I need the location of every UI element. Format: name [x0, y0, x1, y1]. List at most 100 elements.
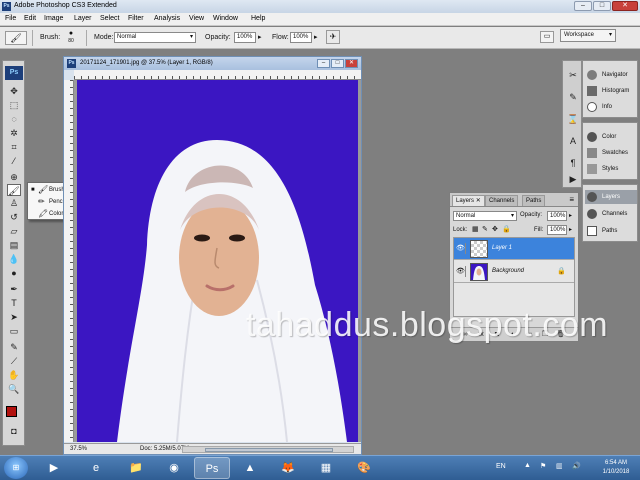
- dodge-tool-icon[interactable]: ●: [7, 267, 21, 279]
- close-button[interactable]: ✕: [612, 1, 638, 11]
- shape-tool-icon[interactable]: ▭: [7, 325, 21, 337]
- clone-stamp-tool-icon[interactable]: ♙: [7, 197, 21, 209]
- eye-icon[interactable]: 👁: [456, 266, 466, 277]
- doc-maximize-button[interactable]: □: [331, 59, 344, 68]
- panel-layers[interactable]: Layers: [585, 190, 637, 204]
- close-icon[interactable]: ✕: [476, 198, 481, 204]
- menu-select[interactable]: Select: [100, 15, 119, 22]
- panel-navigator[interactable]: Navigator: [585, 68, 637, 82]
- blend-mode-select[interactable]: Normal ▾: [453, 211, 517, 221]
- panel-histogram[interactable]: Histogram: [585, 84, 637, 98]
- doc-close-button[interactable]: ✕: [345, 59, 358, 68]
- lasso-tool-icon[interactable]: ◌: [7, 113, 21, 125]
- vertical-ruler[interactable]: [64, 80, 74, 442]
- notes-tool-icon[interactable]: ✎: [7, 341, 21, 353]
- flow-input[interactable]: 100%: [290, 32, 312, 43]
- menu-file[interactable]: File: [5, 15, 16, 22]
- magic-wand-tool-icon[interactable]: ✲: [7, 127, 21, 139]
- maximize-button[interactable]: □: [593, 1, 611, 11]
- ie-icon[interactable]: e: [78, 457, 114, 479]
- panel-color[interactable]: Color: [585, 130, 637, 144]
- fill-input[interactable]: 100%: [547, 225, 567, 235]
- panel-channels[interactable]: Channels: [585, 207, 637, 221]
- blur-tool-icon[interactable]: 💧: [7, 253, 21, 265]
- tool-preset-picker[interactable]: 🖌: [5, 31, 27, 45]
- opacity-input[interactable]: 100%: [234, 32, 256, 43]
- chevron-right-icon[interactable]: ▸: [258, 33, 262, 41]
- crop-tool-icon[interactable]: ⌗: [7, 141, 21, 153]
- panel-swatches[interactable]: Swatches: [585, 146, 637, 160]
- network-icon[interactable]: ▥: [556, 462, 563, 470]
- layer-name[interactable]: Background: [492, 268, 524, 274]
- photoshop-icon[interactable]: Ps: [194, 457, 230, 479]
- vlc-icon[interactable]: ▲: [232, 457, 268, 479]
- quick-mask-icon[interactable]: ◘: [7, 425, 21, 437]
- lock-all-icon[interactable]: 🔒: [502, 225, 511, 233]
- menu-layer[interactable]: Layer: [74, 15, 92, 22]
- path-selection-tool-icon[interactable]: ➤: [7, 311, 21, 323]
- menu-filter[interactable]: Filter: [128, 15, 144, 22]
- foreground-color-swatch[interactable]: [6, 406, 17, 417]
- healing-brush-tool-icon[interactable]: ⊕: [7, 171, 21, 183]
- chevron-right-icon[interactable]: ▸: [569, 212, 572, 219]
- pen-tool-icon[interactable]: ✒: [7, 283, 21, 295]
- media-player-icon[interactable]: ▶: [36, 457, 72, 479]
- palette-well-icon[interactable]: ▭: [540, 31, 554, 43]
- layer-row-layer-1[interactable]: 👁 Layer 1: [454, 238, 574, 260]
- tab-layers[interactable]: Layers ✕: [452, 195, 485, 206]
- menu-image[interactable]: Image: [44, 15, 63, 22]
- chrome-icon[interactable]: ◉: [156, 457, 192, 479]
- menu-analysis[interactable]: Analysis: [154, 15, 180, 22]
- start-button[interactable]: ⊞: [4, 457, 28, 479]
- menu-view[interactable]: View: [189, 15, 204, 22]
- eyedropper-tool-icon[interactable]: ⟋: [7, 355, 21, 367]
- slice-tool-icon[interactable]: ⁄: [7, 155, 21, 167]
- lock-image-icon[interactable]: ✎: [482, 225, 488, 233]
- paint-icon[interactable]: 🎨: [346, 457, 382, 479]
- brush-tool-icon[interactable]: 🖌: [7, 184, 21, 196]
- menu-help[interactable]: Help: [251, 15, 265, 22]
- history-brush-tool-icon[interactable]: ↺: [7, 211, 21, 223]
- hand-tool-icon[interactable]: ✋: [7, 369, 21, 381]
- doc-minimize-button[interactable]: –: [317, 59, 330, 68]
- firefox-icon[interactable]: 🦊: [270, 457, 306, 479]
- eye-icon[interactable]: 👁: [456, 243, 466, 254]
- menu-edit[interactable]: Edit: [24, 15, 36, 22]
- brush-picker[interactable]: ● 80: [64, 30, 78, 47]
- lock-position-icon[interactable]: ✥: [492, 225, 498, 233]
- tab-paths[interactable]: Paths: [522, 195, 546, 206]
- panel-info[interactable]: Info: [585, 100, 637, 114]
- airbrush-icon[interactable]: ✈: [326, 30, 340, 44]
- canvas-area[interactable]: [74, 80, 361, 442]
- photoshop-logo[interactable]: Ps: [5, 66, 23, 80]
- chevron-right-icon[interactable]: ▸: [314, 33, 318, 41]
- gradient-tool-icon[interactable]: ▤: [7, 239, 21, 251]
- tray-expand-icon[interactable]: ▲: [524, 462, 531, 469]
- brushes-icon[interactable]: ✎: [567, 91, 579, 103]
- chevron-right-icon[interactable]: ▸: [569, 226, 572, 233]
- system-clock[interactable]: 6:54 AM 1/10/2018: [596, 459, 636, 477]
- flag-icon[interactable]: ⚑: [540, 462, 546, 470]
- minimize-button[interactable]: –: [574, 1, 592, 11]
- layer-opacity-input[interactable]: 100%: [547, 211, 567, 221]
- language-indicator[interactable]: EN: [496, 463, 506, 470]
- zoom-level[interactable]: 37.5%: [70, 444, 87, 454]
- tools-preset-icon[interactable]: ✂: [567, 69, 579, 81]
- zoom-tool-icon[interactable]: 🔍: [7, 383, 21, 395]
- mode-select[interactable]: Normal ▾: [114, 32, 196, 43]
- workspace-menu[interactable]: Workspace ▾: [560, 29, 616, 42]
- layer-row-background[interactable]: 👁 Background 🔒: [454, 261, 574, 283]
- explorer-icon[interactable]: 📁: [118, 457, 154, 479]
- document-titlebar[interactable]: Ps 20171124_171901.jpg @ 37.5% (Layer 1,…: [64, 57, 361, 70]
- move-tool-icon[interactable]: ✥: [7, 85, 21, 97]
- scrollbar-thumb[interactable]: [205, 448, 333, 452]
- lock-transparent-icon[interactable]: ▦: [472, 225, 479, 233]
- volume-icon[interactable]: 🔊: [572, 462, 581, 470]
- eraser-tool-icon[interactable]: ▱: [7, 225, 21, 237]
- history-icon[interactable]: ⌛: [567, 113, 579, 125]
- character-icon[interactable]: A: [567, 135, 579, 147]
- winrar-icon[interactable]: ▦: [308, 457, 344, 479]
- panel-menu-icon[interactable]: ≡: [569, 195, 574, 204]
- horizontal-scrollbar[interactable]: [182, 446, 354, 453]
- actions-icon[interactable]: ▶: [567, 173, 579, 185]
